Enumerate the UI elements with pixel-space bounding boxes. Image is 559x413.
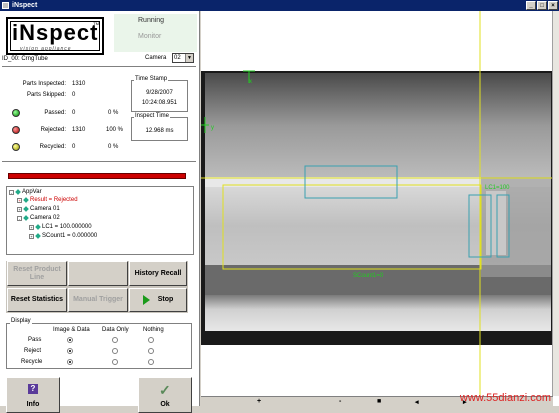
reset-product-line-button[interactable]: Reset Product Line xyxy=(7,261,67,286)
tree-item[interactable]: - Camera 02 xyxy=(17,215,60,221)
vertical-scrollbar[interactable] xyxy=(552,11,559,396)
x-axis-label: x xyxy=(249,79,252,85)
window-title: iNspect xyxy=(12,2,38,9)
maximize-button[interactable]: □ xyxy=(537,1,547,10)
image-viewer[interactable]: y x LC1=100 SCount1=0 + - ■ ◂ ▸ www.55di… xyxy=(201,11,559,406)
recycled-label: Recycled: xyxy=(39,144,66,150)
tree-item[interactable]: + SCount1 = 0.000000 xyxy=(29,233,97,239)
tree-item[interactable]: + Result = Rejected xyxy=(17,197,78,203)
pass-data-only-radio[interactable] xyxy=(112,337,118,343)
pass-image-data-radio[interactable] xyxy=(67,337,73,343)
camera-image[interactable]: y x LC1=100 SCount1=0 xyxy=(201,11,553,396)
history-recall-button[interactable]: History Recall xyxy=(129,261,187,286)
watermark: www.55dianzi.com xyxy=(459,392,551,404)
scount-label: SCount1=0 xyxy=(353,273,384,279)
manual-trigger-button[interactable]: Manual Trigger xyxy=(68,288,128,312)
divider xyxy=(2,161,196,162)
tree-item[interactable]: + LC1 = 100.000000 xyxy=(29,224,92,230)
stop-button[interactable]: Stop xyxy=(129,288,187,312)
recycle-nothing-radio[interactable] xyxy=(148,359,154,365)
inspect-time-box: 12.968 ms xyxy=(131,117,188,141)
timestamp-time: 10:24:08.951 xyxy=(141,100,178,106)
timestamp-date: 9/28/2007 xyxy=(146,90,173,96)
parts-skipped-label: Parts Skipped: xyxy=(26,92,66,98)
parts-inspected-label: Parts Inspected: xyxy=(22,81,66,87)
chevron-down-icon[interactable]: ▼ xyxy=(185,54,193,62)
zoom-in-button[interactable]: + xyxy=(257,398,261,405)
reject-nothing-radio[interactable] xyxy=(148,348,154,354)
parts-inspected-value: 1310 xyxy=(72,81,86,87)
display-title: Display xyxy=(10,318,32,324)
reject-image-data-radio[interactable] xyxy=(67,348,73,354)
status-monitor[interactable]: Monitor xyxy=(138,33,161,40)
camera-label: Camera xyxy=(145,55,167,61)
tree-item[interactable]: + Camera 01 xyxy=(17,206,60,212)
lc-label: LC1=100 xyxy=(485,185,510,191)
display-header-data-only: Data Only xyxy=(102,327,129,333)
passed-label: Passed: xyxy=(44,110,66,116)
pass-nothing-radio[interactable] xyxy=(148,337,154,343)
control-panel: iNspect TM vision appliance Running Moni… xyxy=(0,11,200,413)
status-running[interactable]: Running xyxy=(138,17,164,24)
display-header-nothing: Nothing xyxy=(143,327,164,333)
display-row-pass-label: Pass xyxy=(28,337,42,343)
reject-status-bar xyxy=(8,173,186,179)
display-header-image-data: Image & Data xyxy=(53,327,90,333)
display-row-reject-label: Reject xyxy=(24,348,42,354)
y-axis-label: y xyxy=(211,125,214,131)
checkmark-icon: ✓ xyxy=(159,382,171,398)
reject-data-only-radio[interactable] xyxy=(112,348,118,354)
passed-value: 0 xyxy=(72,110,76,116)
reset-statistics-button[interactable]: Reset Statistics xyxy=(7,288,67,312)
rejected-value: 1310 xyxy=(72,127,86,133)
recycled-pct: 0 % xyxy=(108,144,119,150)
inspect-time-value: 12.968 ms xyxy=(145,128,174,134)
display-row-recycle-label: Recycle xyxy=(21,359,43,365)
ok-button[interactable]: ✓ Ok xyxy=(138,377,192,413)
close-button[interactable]: × xyxy=(548,1,558,10)
window-titlebar: iNspect _ □ × xyxy=(0,0,559,11)
parts-skipped-value: 0 xyxy=(72,92,76,98)
minimize-button[interactable]: _ xyxy=(526,1,536,10)
inspect-logo: iNspect TM vision appliance xyxy=(6,17,104,55)
camera-select[interactable]: 02 ▼ xyxy=(172,53,194,63)
timestamp-title: Time Stamp xyxy=(134,76,169,82)
stop-icon[interactable]: ■ xyxy=(377,398,381,405)
recycle-image-data-radio[interactable] xyxy=(67,359,73,365)
blank-button[interactable] xyxy=(68,261,128,286)
passed-pct: 0 % xyxy=(108,110,119,116)
inspect-time-title: Inspect Time xyxy=(134,113,171,119)
tree-item[interactable]: - AppVar xyxy=(9,189,42,195)
divider xyxy=(2,66,196,67)
result-tree[interactable]: - AppVar + Result = Rejected + Camera 01 -C… xyxy=(6,186,194,255)
rejected-label: Rejected: xyxy=(40,127,66,133)
job-name: ID_00: CrngTube xyxy=(2,56,48,62)
app-icon xyxy=(2,2,9,9)
zoom-out-button[interactable]: - xyxy=(339,398,341,405)
prev-icon[interactable]: ◂ xyxy=(415,398,419,406)
recycle-data-only-radio[interactable] xyxy=(112,359,118,365)
play-icon xyxy=(142,295,150,305)
timestamp-box: 9/28/2007 10:24:08.951 xyxy=(131,80,188,112)
info-button[interactable]: ? Info xyxy=(6,377,60,413)
help-icon: ? xyxy=(28,384,38,394)
recycled-value: 0 xyxy=(72,144,76,150)
rejected-pct: 100 % xyxy=(106,127,124,133)
